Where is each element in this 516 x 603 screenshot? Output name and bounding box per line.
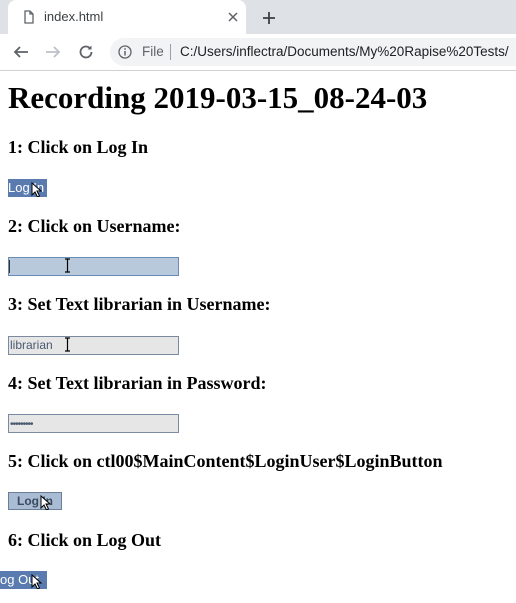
password-filled-image: ••••••••• [8, 414, 179, 433]
tab-strip: index.html [0, 0, 516, 34]
browser-tab[interactable]: index.html [8, 0, 246, 34]
forward-arrow-icon[interactable] [41, 40, 65, 64]
address-bar[interactable]: File C:/Users/inflectra/Documents/My%20R… [110, 38, 516, 66]
mouse-pointer-icon [40, 495, 52, 510]
step-1-screenshot: Log In [8, 179, 47, 197]
step-6-heading: 6: Click on Log Out [8, 530, 162, 550]
reload-icon[interactable] [74, 40, 98, 64]
step-3-screenshot: librarian [8, 336, 179, 355]
step-4-screenshot: ••••••••• [8, 414, 179, 433]
browser-toolbar: File C:/Users/inflectra/Documents/My%20R… [0, 34, 516, 71]
url-text[interactable]: C:/Users/inflectra/Documents/My%20Rapise… [180, 44, 509, 59]
step-2-screenshot [8, 257, 179, 276]
text-cursor-icon [65, 337, 70, 352]
close-icon[interactable] [224, 8, 242, 26]
step-1-heading: 1: Click on Log In [8, 137, 149, 157]
plus-icon[interactable] [258, 7, 280, 29]
info-icon[interactable] [118, 45, 132, 59]
tab-title: index.html [44, 9, 104, 24]
step-2-heading: 2: Click on Username: [8, 216, 181, 236]
mouse-pointer-icon [31, 182, 43, 197]
text-caret [9, 260, 10, 273]
step-6-screenshot: og Out [0, 571, 47, 589]
password-value: ••••••••• [10, 419, 33, 430]
mouse-pointer-icon [31, 574, 43, 589]
username-value: librarian [10, 338, 53, 352]
document-icon [24, 10, 34, 24]
back-arrow-icon[interactable] [9, 40, 33, 64]
page-title: Recording 2019-03-15_08-24-03 [8, 80, 428, 115]
text-cursor-icon [65, 258, 70, 273]
omnibox-divider [170, 44, 171, 60]
step-3-heading: 3: Set Text librarian in Username: [8, 294, 271, 314]
step-5-heading: 5: Click on ctl00$MainContent$LoginUser$… [8, 451, 443, 471]
username-filled-image: librarian [8, 336, 179, 355]
step-5-screenshot: Log In [8, 492, 62, 510]
scheme-label: File [142, 44, 164, 59]
step-4-heading: 4: Set Text librarian in Password: [8, 373, 267, 393]
login-submit-image: Log In [8, 492, 62, 510]
username-field-image [8, 257, 179, 276]
